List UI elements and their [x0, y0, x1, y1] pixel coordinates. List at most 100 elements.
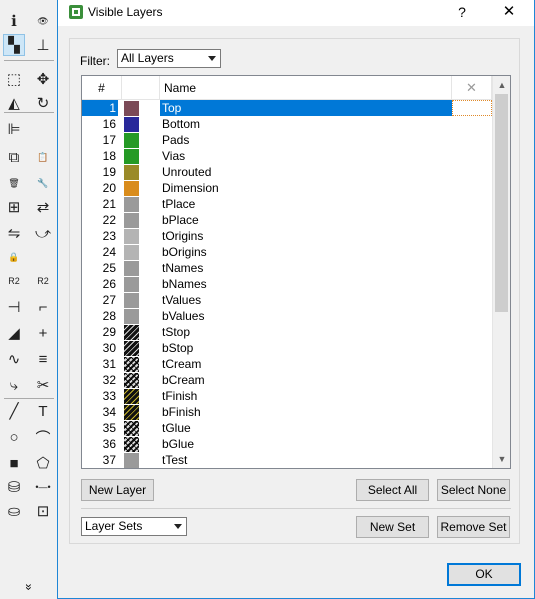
- arc-icon[interactable]: ⌒: [32, 426, 54, 448]
- polygon-icon[interactable]: ⬠: [32, 452, 54, 474]
- help-button[interactable]: ?: [450, 2, 474, 22]
- mark-icon[interactable]: ⊥: [32, 34, 54, 56]
- rotate-icon[interactable]: ↻: [32, 92, 54, 114]
- scroll-thumb[interactable]: [495, 94, 508, 312]
- move-icon[interactable]: ✥: [32, 68, 54, 90]
- layer-color-swatch[interactable]: [124, 437, 139, 452]
- layer-row[interactable]: 1 Top: [82, 100, 492, 116]
- paste-icon[interactable]: 📋: [32, 146, 54, 168]
- layer-row[interactable]: 34 bFinish: [82, 404, 492, 420]
- route-icon[interactable]: ⤷: [3, 374, 25, 396]
- layer-row[interactable]: 32 bCream: [82, 372, 492, 388]
- layer-color-swatch[interactable]: [124, 197, 139, 212]
- layer-color-swatch[interactable]: [124, 165, 139, 180]
- layer-row[interactable]: 27 tValues: [82, 292, 492, 308]
- layer-row[interactable]: 25 tNames: [82, 260, 492, 276]
- ripup-icon[interactable]: ✂: [32, 374, 54, 396]
- layer-row[interactable]: 20 Dimension: [82, 180, 492, 196]
- layer-color-swatch[interactable]: [124, 405, 139, 420]
- layer-row[interactable]: 35 tGlue: [82, 420, 492, 436]
- scroll-up-icon[interactable]: ▲: [493, 76, 510, 94]
- layer-color-swatch[interactable]: [124, 213, 139, 228]
- remove-set-button[interactable]: Remove Set: [437, 516, 510, 538]
- layer-row[interactable]: 33 tFinish: [82, 388, 492, 404]
- attribute-icon[interactable]: ⊡: [32, 500, 54, 522]
- text-icon[interactable]: T: [32, 400, 54, 422]
- layer-color-swatch[interactable]: [124, 229, 139, 244]
- info-icon[interactable]: ℹ: [3, 10, 25, 32]
- layer-color-swatch[interactable]: [124, 101, 139, 116]
- new-set-button[interactable]: New Set: [356, 516, 429, 538]
- layer-color-swatch[interactable]: [124, 277, 139, 292]
- copy-icon[interactable]: ⧉: [3, 146, 25, 168]
- layer-table[interactable]: # Name ✕ 1 Top 16 Bottom 17 Pads 18 Vias 19 Unrou…: [81, 75, 511, 469]
- select-none-button[interactable]: Select None: [437, 479, 510, 501]
- layer-sets-select[interactable]: Layer Sets: [81, 517, 187, 536]
- scroll-down-icon[interactable]: ▼: [493, 450, 510, 468]
- layer-color-swatch[interactable]: [124, 309, 139, 324]
- lock-icon[interactable]: 🔒: [3, 246, 25, 268]
- via-icon[interactable]: ⛁: [3, 476, 25, 498]
- miter-icon[interactable]: ◢: [3, 322, 25, 344]
- layer-color-swatch[interactable]: [124, 453, 139, 468]
- layer-color-swatch[interactable]: [124, 357, 139, 372]
- mirror-icon[interactable]: ◭: [3, 92, 25, 114]
- more-tools-icon[interactable]: »: [22, 580, 36, 594]
- layer-color-swatch[interactable]: [124, 181, 139, 196]
- close-button[interactable]: ✕: [494, 2, 524, 22]
- new-layer-button[interactable]: New Layer: [81, 479, 154, 501]
- layer-color-swatch[interactable]: [124, 341, 139, 356]
- layer-row[interactable]: 28 bValues: [82, 308, 492, 324]
- layer-color-swatch[interactable]: [124, 149, 139, 164]
- hole-icon[interactable]: ⛀: [3, 500, 25, 522]
- layer-color-swatch[interactable]: [124, 117, 139, 132]
- layer-row[interactable]: 29 tStop: [82, 324, 492, 340]
- align-icon[interactable]: ⊫: [3, 118, 25, 140]
- wrench-icon[interactable]: 🔧: [32, 172, 54, 194]
- layer-color-swatch[interactable]: [124, 261, 139, 276]
- title-bar[interactable]: Visible Layers ? ✕: [58, 0, 534, 26]
- layer-color-swatch[interactable]: [124, 389, 139, 404]
- layer-color-swatch[interactable]: [124, 421, 139, 436]
- add-icon[interactable]: ⊞: [3, 196, 25, 218]
- select-all-button[interactable]: Select All: [356, 479, 429, 501]
- optimize-icon[interactable]: ⌐: [32, 296, 54, 318]
- meander-icon[interactable]: ∿: [3, 348, 25, 370]
- layers-icon[interactable]: ▚: [3, 34, 25, 56]
- change-icon[interactable]: ⇋: [3, 222, 25, 244]
- pinswap-icon[interactable]: ⤻: [32, 222, 54, 244]
- layer-row[interactable]: 24 bOrigins: [82, 244, 492, 260]
- layer-row[interactable]: 30 bStop: [82, 340, 492, 356]
- layer-color-swatch[interactable]: [124, 325, 139, 340]
- ok-button[interactable]: OK: [447, 563, 521, 586]
- delete-icon[interactable]: 🗑: [3, 172, 25, 194]
- column-header-color[interactable]: [122, 76, 160, 100]
- layer-color-swatch[interactable]: [124, 133, 139, 148]
- layer-row[interactable]: 37 tTest: [82, 452, 492, 468]
- layer-row[interactable]: 21 tPlace: [82, 196, 492, 212]
- rect-icon[interactable]: ■: [3, 452, 25, 474]
- replace-icon[interactable]: ⇄: [32, 196, 54, 218]
- layer-row[interactable]: 22 bPlace: [82, 212, 492, 228]
- layer-row[interactable]: 26 bNames: [82, 276, 492, 292]
- vertical-scrollbar[interactable]: ▲ ▼: [492, 76, 510, 468]
- layer-row[interactable]: 17 Pads: [82, 132, 492, 148]
- layer-color-swatch[interactable]: [124, 373, 139, 388]
- value-icon[interactable]: R2: [32, 270, 54, 292]
- split-icon[interactable]: ⊣: [3, 296, 25, 318]
- column-header-name[interactable]: Name: [160, 76, 452, 100]
- layer-color-swatch[interactable]: [124, 293, 139, 308]
- eye-icon[interactable]: 👁: [32, 10, 54, 32]
- column-header-number[interactable]: #: [82, 76, 122, 100]
- signal-icon[interactable]: •—•: [32, 476, 54, 498]
- layer-color-swatch[interactable]: [124, 245, 139, 260]
- filter-select[interactable]: All Layers: [117, 49, 221, 68]
- circle-icon[interactable]: ○: [3, 426, 25, 448]
- layer-row[interactable]: 19 Unrouted: [82, 164, 492, 180]
- smash-icon[interactable]: +: [32, 322, 54, 344]
- layer-row[interactable]: 18 Vias: [82, 148, 492, 164]
- layer-row[interactable]: 16 Bottom: [82, 116, 492, 132]
- line-icon[interactable]: ╱: [3, 400, 25, 422]
- split-trace-icon[interactable]: ≡: [32, 348, 54, 370]
- name-icon[interactable]: R2: [3, 270, 25, 292]
